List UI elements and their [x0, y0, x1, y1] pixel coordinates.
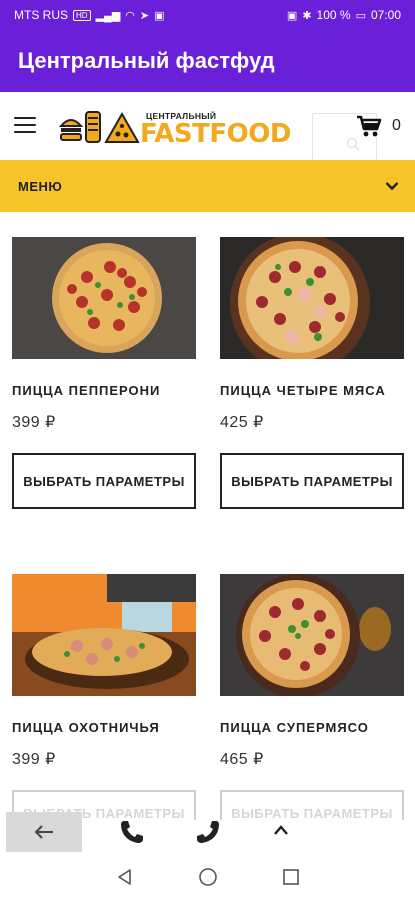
- search-icon[interactable]: [346, 137, 360, 151]
- product-card: ПИЦЦА ЧЕТЫРЕ МЯСА 425 ₽ ВЫБРАТЬ ПАРАМЕТР…: [220, 237, 404, 509]
- menu-dropdown[interactable]: МЕНЮ: [0, 160, 415, 212]
- back-arrow-icon: [34, 825, 53, 839]
- app-title: Центральный фастфуд: [18, 48, 275, 73]
- nfc-icon: ▣: [286, 9, 298, 22]
- phone-icon[interactable]: [194, 818, 222, 846]
- product-image[interactable]: [220, 237, 404, 359]
- logo-big-text: FASTFOOD: [140, 119, 291, 149]
- product-image[interactable]: [12, 237, 196, 359]
- select-options-button[interactable]: ВЫБРАТЬ ПАРАМЕТРЫ: [12, 453, 196, 509]
- chevron-down-icon: [385, 182, 399, 191]
- cart-count: 0: [392, 117, 401, 134]
- product-image[interactable]: [220, 574, 404, 696]
- nav-home-icon[interactable]: [198, 867, 218, 887]
- floating-action-bar: [0, 810, 415, 854]
- site-logo[interactable]: ЦЕНТРАЛЬНЫЙ FASTFOOD: [58, 104, 291, 150]
- telegram-icon: ➤: [139, 9, 150, 22]
- carrier-label: MTS RUS: [14, 8, 68, 22]
- product-price: 425 ₽: [220, 414, 264, 431]
- select-options-button[interactable]: ВЫБРАТЬ ПАРАМЕТРЫ: [220, 453, 404, 509]
- product-image[interactable]: [12, 574, 196, 696]
- product-price: 399 ₽: [12, 414, 56, 431]
- nav-back-icon[interactable]: [116, 868, 134, 886]
- nav-recents-icon[interactable]: [282, 868, 300, 886]
- status-bar: MTS RUS HD ▂▄▆ ◠ ➤ ▣ ▣ ✱ 100 % ▭ 07:00: [0, 0, 415, 30]
- product-name[interactable]: ПИЦЦА ПЕППЕРОНИ: [12, 383, 160, 398]
- battery-icon: ▭: [355, 9, 366, 22]
- product-price: 465 ₽: [220, 751, 264, 768]
- product-name[interactable]: ПИЦЦА ОХОТНИЧЬЯ: [12, 720, 160, 735]
- menu-label: МЕНЮ: [18, 178, 63, 194]
- product-name[interactable]: ПИЦЦА ЧЕТЫРЕ МЯСА: [220, 383, 386, 398]
- up-arrow-icon[interactable]: [273, 824, 289, 836]
- signal-icon: ▂▄▆: [95, 9, 121, 22]
- logo-food-icons: [58, 111, 140, 143]
- product-card: ПИЦЦА ПЕППЕРОНИ 399 ₽ ВЫБРАТЬ ПАРАМЕТРЫ: [12, 237, 196, 509]
- hd-badge: HD: [73, 9, 91, 21]
- bluetooth-icon: ✱: [302, 9, 312, 22]
- vk-icon: ▣: [154, 9, 165, 22]
- hamburger-icon[interactable]: [14, 117, 36, 133]
- product-name[interactable]: ПИЦЦА СУПЕРМЯСО: [220, 720, 369, 735]
- product-price: 399 ₽: [12, 751, 56, 768]
- system-navigation-bar: [0, 854, 415, 900]
- cart-icon[interactable]: [356, 114, 382, 138]
- product-card: ПИЦЦА ОХОТНИЧЬЯ 399 ₽ ВЫБРАТЬ ПАРАМЕТРЫ: [12, 574, 196, 821]
- app-bar: Центральный фастфуд: [0, 30, 415, 92]
- back-button[interactable]: [6, 812, 82, 852]
- phone-icon[interactable]: [118, 818, 146, 846]
- battery-label: 100 %: [316, 8, 351, 22]
- wifi-icon: ◠: [125, 9, 135, 22]
- product-card: ПИЦЦА СУПЕРМЯСО 465 ₽ ВЫБРАТЬ ПАРАМЕТРЫ: [220, 574, 404, 821]
- clock: 07:00: [370, 8, 401, 22]
